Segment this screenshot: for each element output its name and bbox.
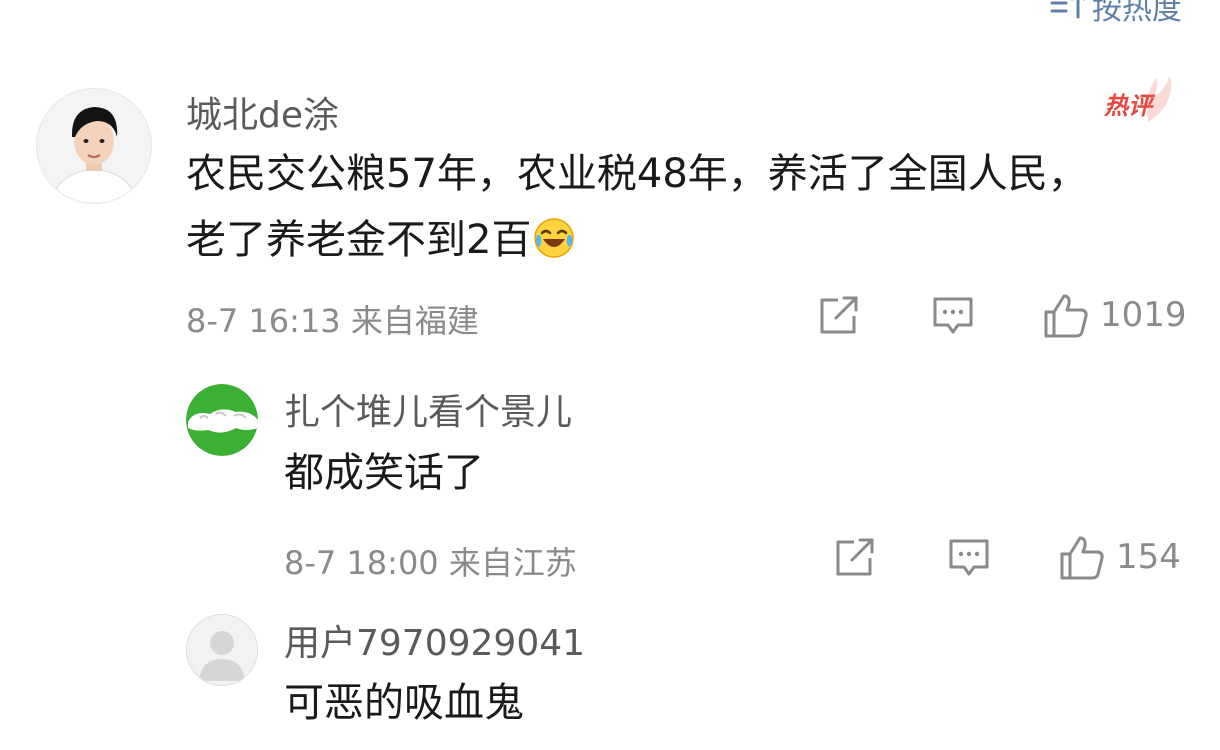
comment-content: 农民交公粮57年，农业税48年，养活了全国人民，老了养老金不到2百 [186,141,1116,279]
sort-by-hot-button[interactable]: 按热度 [1048,0,1182,27]
comment-meta: 8-7 16:13 来自福建 [186,302,479,340]
comment-content: 都成笑话了 [284,450,484,496]
laughing-crying-emoji-icon [533,213,575,279]
thumbs-up-icon [1042,292,1090,338]
sort-label: 按热度 [1092,0,1182,27]
share-icon [818,296,860,336]
username[interactable]: 用户7970929041 [284,614,585,666]
like-count: 1019 [1100,295,1187,335]
repost-button[interactable] [834,538,876,578]
comment-icon [948,538,990,578]
repost-button[interactable] [818,296,860,336]
reply-button[interactable] [948,538,990,578]
like-button[interactable]: 1019 [1042,292,1187,338]
avatar[interactable] [186,384,258,456]
comment-icon [932,296,974,336]
comment-meta: 8-7 18:00 来自江苏 [284,544,577,582]
thumbs-up-icon [1058,534,1106,580]
username[interactable]: 扎个堆儿看个景儿 [284,383,572,435]
sort-icon [1048,0,1088,23]
comment-text: 农民交公粮57年，农业税48年，养活了全国人民，老了养老金不到2百 [186,151,1088,263]
hot-badge-label: 热评 [1104,92,1152,120]
share-icon [834,538,876,578]
hot-comment-badge: 热评 [1098,74,1180,128]
avatar[interactable] [36,88,152,204]
like-count: 154 [1116,537,1181,577]
avatar[interactable] [186,614,258,686]
like-button[interactable]: 154 [1058,534,1181,580]
username[interactable]: 城北de涂 [186,86,339,138]
comment-content: 可恶的吸血鬼 [284,680,524,726]
reply-button[interactable] [932,296,974,336]
